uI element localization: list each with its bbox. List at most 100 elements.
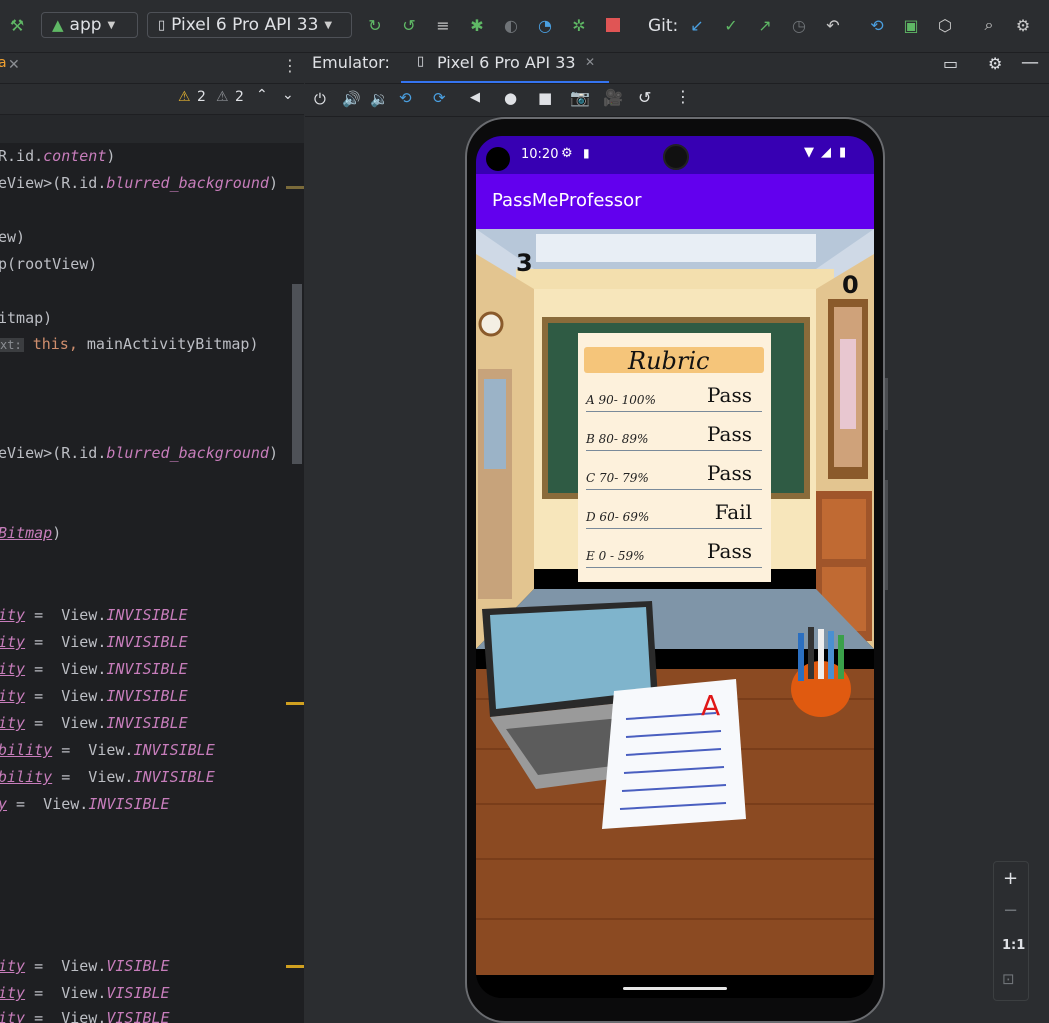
code-line[interactable]: R.id.content) (0, 147, 115, 165)
device-combo[interactable]: ▯ Pixel 6 Pro API 33 ▼ (147, 10, 352, 40)
inspection-bar: ⚠ 2 ⚠ 2 ⌃ ⌄ (0, 84, 304, 114)
app-title: PassMeProfessor (492, 190, 642, 211)
rotate-left-icon[interactable]: ⟲ (399, 89, 412, 107)
code-line[interactable]: ity = View.VISIBLE (0, 957, 170, 975)
debug-attach-icon[interactable]: ✲ (568, 14, 590, 36)
git-commit-icon[interactable]: ✓ (720, 14, 742, 36)
code-line[interactable]: bility = View.INVISIBLE (0, 741, 215, 759)
code-text: ) (268, 444, 278, 462)
android-icon: ▲ (52, 16, 64, 34)
code-constant: INVISIBLE (133, 768, 215, 786)
code-line[interactable]: eView>(R.id.blurred_background) (0, 174, 278, 192)
device-manager-icon[interactable]: ⟲ (866, 14, 888, 36)
zoom-controls: + − 1:1 ⊡ (993, 861, 1029, 1001)
chevron-down-icon[interactable]: ⌄ (282, 87, 294, 103)
tab-fragment[interactable]: a (0, 55, 7, 71)
code-line[interactable]: itmap) (0, 309, 52, 327)
emulator-header: Emulator: ▯ Pixel 6 Pro API 33 ✕ ▭ ⚙ — (305, 52, 1049, 84)
history-icon[interactable]: ◷ (788, 14, 810, 36)
code-line[interactable]: ity = View.INVISIBLE (0, 714, 188, 732)
gear-icon[interactable]: ⚙ (988, 54, 1002, 73)
classroom-scene[interactable]: 3 0 A Rubric A 90- 100% Pass B 80- 89% Pass… (476, 229, 874, 975)
run-config-combo[interactable]: ▲ app ▼ (41, 10, 138, 40)
video-icon[interactable]: 🎥 (603, 88, 623, 107)
score-left: 3 (516, 249, 533, 277)
git-update-icon[interactable]: ↙ (686, 14, 708, 36)
code-text: = View. (25, 633, 107, 651)
code-line[interactable]: Bitmap) (0, 524, 61, 542)
rubric-row: B 80- 89% Pass (586, 422, 762, 451)
power-button[interactable] (885, 378, 888, 430)
rotate-right-icon[interactable]: ⟳ (433, 89, 446, 107)
debug-icon[interactable]: ✱ (466, 14, 488, 36)
volume-down-icon[interactable]: 🔉 (370, 90, 389, 108)
power-icon[interactable]: ⏻ (314, 90, 326, 108)
code-line[interactable]: eView>(R.id.blurred_background) (0, 444, 278, 462)
code-identifier: blurred_background (106, 174, 269, 192)
code-line[interactable]: ity = View.INVISIBLE (0, 606, 188, 624)
chevron-up-icon[interactable]: ⌃ (256, 87, 268, 103)
code-line[interactable]: ity = View.INVISIBLE (0, 687, 188, 705)
close-icon[interactable]: ✕ (585, 55, 595, 69)
code-line[interactable]: ity = View.VISIBLE (0, 984, 170, 1002)
code-line[interactable]: ew) (0, 228, 25, 246)
code-line[interactable]: p(rootView) (0, 255, 97, 273)
window-icon[interactable]: ▭ (943, 54, 958, 73)
code-text: ) (52, 524, 62, 542)
git-push-icon[interactable]: ↗ (754, 14, 776, 36)
gesture-handle[interactable] (623, 987, 727, 990)
weak-warning-icon[interactable]: ⚠ (216, 89, 229, 105)
close-icon[interactable]: ✕ (8, 57, 20, 73)
overview-icon[interactable]: ■ (538, 89, 552, 107)
attach-debugger-icon[interactable]: ◐ (500, 14, 522, 36)
code-constant: INVISIBLE (88, 795, 170, 813)
front-camera-icon (663, 144, 689, 170)
code-line[interactable]: xt: this, mainActivityBitmap) (0, 335, 259, 353)
gutter-mark (286, 186, 304, 189)
zoom-in-icon[interactable]: + (1003, 868, 1018, 889)
code-line[interactable]: ity = View.VISIBLE (0, 1009, 170, 1023)
rollback-icon[interactable]: ↶ (822, 14, 844, 36)
logcat-icon[interactable]: ≡ (432, 14, 454, 36)
tab-label: Pixel 6 Pro API 33 (437, 53, 576, 72)
code-line[interactable]: y = View.INVISIBLE (0, 795, 170, 813)
camera-icon[interactable]: 📷 (570, 88, 590, 107)
code-line[interactable]: ity = View.INVISIBLE (0, 660, 188, 678)
warning-icon[interactable]: ⚠ (178, 89, 191, 105)
hammer-icon[interactable]: ⚒ (6, 14, 28, 36)
back-icon[interactable]: ◀ (470, 90, 480, 105)
apply-code-changes-icon[interactable]: ↺ (398, 14, 420, 36)
code-text: ) (106, 147, 116, 165)
zoom-fit-icon[interactable]: ⊡ (1002, 970, 1015, 988)
status-time: 10:20 (521, 147, 559, 162)
code-identifier: bility (0, 768, 53, 786)
volume-button[interactable] (885, 480, 888, 590)
minimize-icon[interactable]: — (1021, 52, 1039, 73)
scrollbar-thumb[interactable] (292, 284, 302, 464)
device-label: Pixel 6 Pro API 33 (171, 15, 319, 35)
snapshot-icon[interactable]: ↺ (638, 88, 651, 107)
code-line[interactable]: bility = View.INVISIBLE (0, 768, 215, 786)
home-icon[interactable]: ● (504, 89, 517, 107)
zoom-actual-size[interactable]: 1:1 (1002, 938, 1025, 953)
sdk-manager-icon[interactable]: ⬡ (934, 14, 956, 36)
rubric-card[interactable]: Rubric A 90- 100% Pass B 80- 89% Pass C 70- … (578, 333, 771, 582)
stop-icon[interactable] (602, 14, 624, 36)
more-vertical-icon[interactable]: ⋮ (282, 56, 298, 75)
zoom-out-icon[interactable]: − (1003, 900, 1018, 921)
code-line[interactable]: ity = View.INVISIBLE (0, 633, 188, 651)
apply-changes-icon[interactable]: ↻ (364, 14, 386, 36)
more-vertical-icon[interactable]: ⋮ (675, 87, 691, 106)
rubric-grade: A 90- 100% (586, 393, 656, 407)
nav-bar (476, 975, 874, 998)
camera-hole-icon (486, 147, 510, 171)
tab-emulator-device[interactable]: ▯ Pixel 6 Pro API 33 ✕ (401, 53, 609, 83)
phone-screen[interactable]: 10:20 ⚙ ▮ ▼ ◢ ▮ PassMeProfessor 3 0 A Ru… (476, 136, 874, 998)
search-icon[interactable]: ⌕ (978, 14, 1000, 36)
device-mirror-icon[interactable]: ▣ (900, 14, 922, 36)
gear-icon[interactable]: ⚙ (1012, 14, 1034, 36)
code-constant: INVISIBLE (106, 606, 188, 624)
volume-up-icon[interactable]: 🔊 (342, 90, 361, 108)
profiler-icon[interactable]: ◔ (534, 14, 556, 36)
code-text: eView>(R.id. (0, 444, 107, 462)
